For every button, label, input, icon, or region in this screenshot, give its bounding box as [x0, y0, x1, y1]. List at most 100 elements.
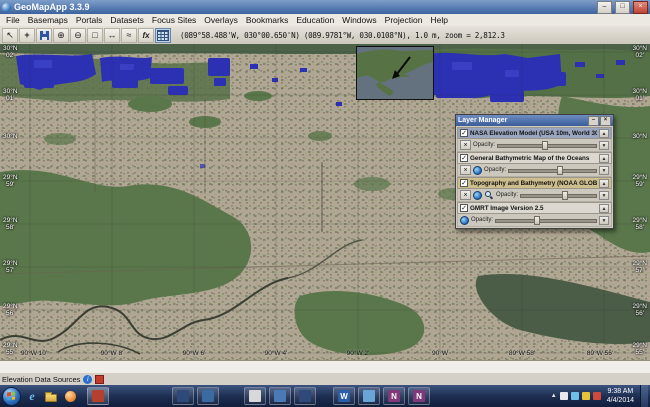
show-desktop-button[interactable] [640, 385, 648, 407]
layer-manager-title-bar[interactable]: Layer Manager – × [456, 115, 613, 126]
taskbar-app[interactable] [269, 387, 291, 405]
shape-tool-icon: □ [92, 30, 97, 40]
taskbar-app[interactable] [244, 387, 266, 405]
taskbar-app-word[interactable]: W [333, 387, 355, 405]
opacity-slider[interactable] [508, 166, 597, 175]
taskbar-app-onenote-2[interactable]: N [408, 387, 430, 405]
lat-label: 30°N 02' [3, 45, 18, 60]
panel-minimize-button[interactable]: – [588, 116, 599, 126]
pan-tool-button[interactable]: + [19, 28, 35, 43]
minimize-button[interactable]: – [597, 1, 612, 14]
internet-explorer-icon[interactable]: e [24, 387, 40, 405]
close-button[interactable]: × [633, 1, 648, 14]
opacity-slider[interactable] [497, 141, 597, 150]
menu-projection[interactable]: Projection [381, 15, 427, 25]
layer-move-up-button[interactable]: ▲ [599, 129, 609, 138]
layer-manager-panel[interactable]: Layer Manager – × ✓ NASA Elevation Model… [455, 114, 614, 229]
shape-tool-button[interactable]: □ [87, 28, 103, 43]
lat-label: 29°N 57' [3, 260, 18, 275]
globe-icon[interactable] [460, 216, 469, 225]
toolbar: ↖ + ⊕ ⊖ □ ↔ ≈ fx (089°58.488'W, 030°00.6… [0, 26, 650, 45]
layer-visibility-checkbox[interactable]: ✓ [460, 154, 468, 162]
layer-remove-button[interactable]: × [460, 190, 471, 200]
lat-label: 29°N 59' [3, 174, 18, 189]
layer-remove-button[interactable]: × [460, 165, 471, 175]
info-icon[interactable]: i [83, 375, 92, 384]
layer-row-nasa-elevation[interactable]: ✓ NASA Elevation Model (USA 10m, World 3… [457, 127, 612, 139]
data-source-icon[interactable] [95, 375, 104, 384]
opacity-slider[interactable] [495, 216, 597, 225]
hidden-icons-arrow[interactable]: ▲ [551, 393, 557, 399]
profile-tool-button[interactable]: ≈ [121, 28, 137, 43]
menu-windows[interactable]: Windows [338, 15, 380, 25]
profile-tool-icon: ≈ [127, 30, 132, 40]
media-player-icon[interactable] [62, 387, 78, 405]
layer-move-down-button[interactable]: ▼ [599, 141, 609, 150]
taskbar-app-onenote[interactable]: N [383, 387, 405, 405]
menu-portals[interactable]: Portals [72, 15, 106, 25]
lat-label: 29°N 55' [3, 342, 18, 357]
globe-icon[interactable] [473, 191, 482, 200]
lat-label: 30°N 01' [632, 88, 647, 103]
panel-close-button[interactable]: × [600, 116, 611, 126]
layer-row-gebco[interactable]: ✓ General Bathymetric Map of the Oceans … [457, 152, 612, 164]
layer-visibility-checkbox[interactable]: ✓ [460, 204, 468, 212]
coordinate-readout: (089°58.488'W, 030°00.650'N) (089.9781°W… [180, 31, 505, 40]
network-icon[interactable] [571, 392, 579, 400]
overview-map-image [357, 47, 433, 99]
layer-move-down-button[interactable]: ▼ [599, 216, 609, 225]
layer-move-up-button[interactable]: ▲ [599, 179, 609, 188]
menu-file[interactable]: File [2, 15, 24, 25]
taskbar-app[interactable] [172, 387, 194, 405]
grid-table-button[interactable] [155, 28, 171, 43]
maximize-button[interactable]: □ [615, 1, 630, 14]
layer-visibility-checkbox[interactable]: ✓ [460, 129, 468, 137]
layer-move-up-button[interactable]: ▲ [599, 204, 609, 213]
taskbar-app[interactable] [197, 387, 219, 405]
taskbar-app-geomapapp[interactable] [87, 387, 109, 405]
layer-move-down-button[interactable]: ▼ [599, 191, 609, 200]
lon-label: 90°W [432, 350, 448, 357]
menu-education[interactable]: Education [292, 15, 338, 25]
zoom-in-button[interactable]: ⊕ [53, 28, 69, 43]
lat-label: 29°N 56' [3, 303, 18, 318]
overview-inset-map[interactable] [356, 46, 434, 100]
layer-row-globe-topo[interactable]: ✓ Topography and Bathymetry (NOAA GLOBE … [457, 177, 612, 189]
menu-help[interactable]: Help [426, 15, 451, 25]
distance-tool-button[interactable]: ↔ [104, 28, 120, 43]
layer-controls: × Opacity: ▼ [457, 164, 612, 177]
magnifier-icon[interactable] [484, 190, 494, 200]
opacity-label: Opacity: [496, 192, 518, 198]
clock[interactable]: 9:38 AM 4/4/2014 [604, 387, 637, 405]
layer-move-down-button[interactable]: ▼ [599, 166, 609, 175]
function-icon: fx [142, 31, 149, 40]
distance-tool-icon: ↔ [108, 30, 117, 40]
volume-icon[interactable] [582, 392, 590, 400]
layer-remove-button[interactable]: × [460, 140, 471, 150]
map-canvas[interactable]: 30°N 02' 30°N 01' 30°N 29°N 59' 29°N 58'… [0, 44, 650, 360]
action-center-icon[interactable] [560, 392, 568, 400]
start-button[interactable] [2, 387, 21, 406]
update-icon[interactable] [593, 392, 601, 400]
menu-datasets[interactable]: Datasets [106, 15, 148, 25]
layer-row-gmrt[interactable]: ✓ GMRT Image Version 2.5 ▲ [457, 202, 612, 214]
title-bar[interactable]: GeoMapApp 3.3.9 – □ × [0, 0, 650, 15]
opacity-label: Opacity: [471, 217, 493, 223]
menu-bookmarks[interactable]: Bookmarks [242, 15, 293, 25]
function-button[interactable]: fx [138, 28, 154, 43]
globe-icon[interactable] [473, 166, 482, 175]
lat-label: 29°N 57' [632, 260, 647, 275]
explorer-folder-icon[interactable] [43, 387, 59, 405]
save-button[interactable] [36, 28, 52, 43]
select-tool-button[interactable]: ↖ [2, 28, 18, 43]
menu-overlays[interactable]: Overlays [200, 15, 242, 25]
layer-move-up-button[interactable]: ▲ [599, 154, 609, 163]
status-label[interactable]: Elevation Data Sources [2, 375, 80, 384]
opacity-slider[interactable] [520, 191, 597, 200]
zoom-out-button[interactable]: ⊖ [70, 28, 86, 43]
layer-visibility-checkbox[interactable]: ✓ [460, 179, 468, 187]
taskbar-app[interactable] [358, 387, 380, 405]
taskbar-app[interactable] [294, 387, 316, 405]
menu-basemaps[interactable]: Basemaps [24, 15, 72, 25]
menu-focus-sites[interactable]: Focus Sites [148, 15, 200, 25]
